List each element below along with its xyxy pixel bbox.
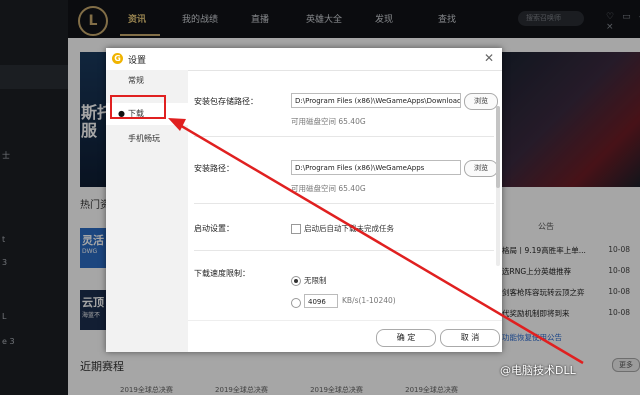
watermark: @电脑技术DLL bbox=[500, 364, 576, 377]
download-highlight-box bbox=[110, 95, 166, 119]
package-path-field[interactable]: D:\Program Files (x86)\WeGameApps\Downlo… bbox=[291, 93, 461, 108]
limit-radio[interactable] bbox=[291, 298, 301, 308]
unlimited-radio[interactable] bbox=[291, 276, 301, 286]
startup-label: 启动设置： bbox=[194, 224, 234, 233]
divider bbox=[194, 136, 494, 137]
package-disk-space: 可用磁盘空间 65.40G bbox=[291, 117, 366, 126]
auto-download-checkbox[interactable] bbox=[291, 224, 301, 234]
dialog-title: 设置 bbox=[128, 56, 147, 66]
unlimited-label: 无限制 bbox=[304, 276, 327, 285]
install-path-label: 安装路径： bbox=[194, 164, 234, 173]
speed-limit-input[interactable]: 4096 bbox=[304, 294, 338, 308]
nav-label: 常规 bbox=[128, 76, 144, 85]
settings-nav-general[interactable]: 常规 bbox=[106, 70, 188, 92]
dialog-footer: 确 定 取 消 bbox=[188, 320, 502, 353]
install-browse-button[interactable]: 浏览 bbox=[464, 160, 498, 177]
nav-label: 手机畅玩 bbox=[128, 134, 160, 143]
auto-download-label: 启动后自动下载未完成任务 bbox=[304, 224, 394, 233]
divider bbox=[194, 203, 494, 204]
package-path-label: 安装包存储路径： bbox=[194, 97, 258, 106]
cancel-button[interactable]: 取 消 bbox=[440, 329, 500, 347]
wegame-logo-icon: G bbox=[112, 53, 123, 64]
close-icon[interactable]: ✕ bbox=[484, 51, 494, 65]
ok-button[interactable]: 确 定 bbox=[376, 329, 436, 347]
speed-limit-label: 下载速度限制： bbox=[194, 269, 250, 278]
settings-dialog: G 设置 ✕ 常规 ● 下载 手机畅玩 安装包存储路径： D:\Program F… bbox=[106, 48, 502, 352]
dialog-titlebar[interactable]: G 设置 ✕ bbox=[106, 48, 502, 71]
package-browse-button[interactable]: 浏览 bbox=[464, 93, 498, 110]
settings-nav-mobile[interactable]: 手机畅玩 bbox=[106, 128, 188, 150]
download-settings-panel: 安装包存储路径： D:\Program Files (x86)\WeGameAp… bbox=[188, 70, 502, 320]
scrollbar-thumb[interactable] bbox=[496, 106, 500, 188]
divider bbox=[194, 250, 494, 251]
install-disk-space: 可用磁盘空间 65.40G bbox=[291, 184, 366, 193]
install-path-field[interactable]: D:\Program Files (x86)\WeGameApps bbox=[291, 160, 461, 175]
speed-limit-unit: KB/s(1-10240) bbox=[342, 296, 396, 305]
